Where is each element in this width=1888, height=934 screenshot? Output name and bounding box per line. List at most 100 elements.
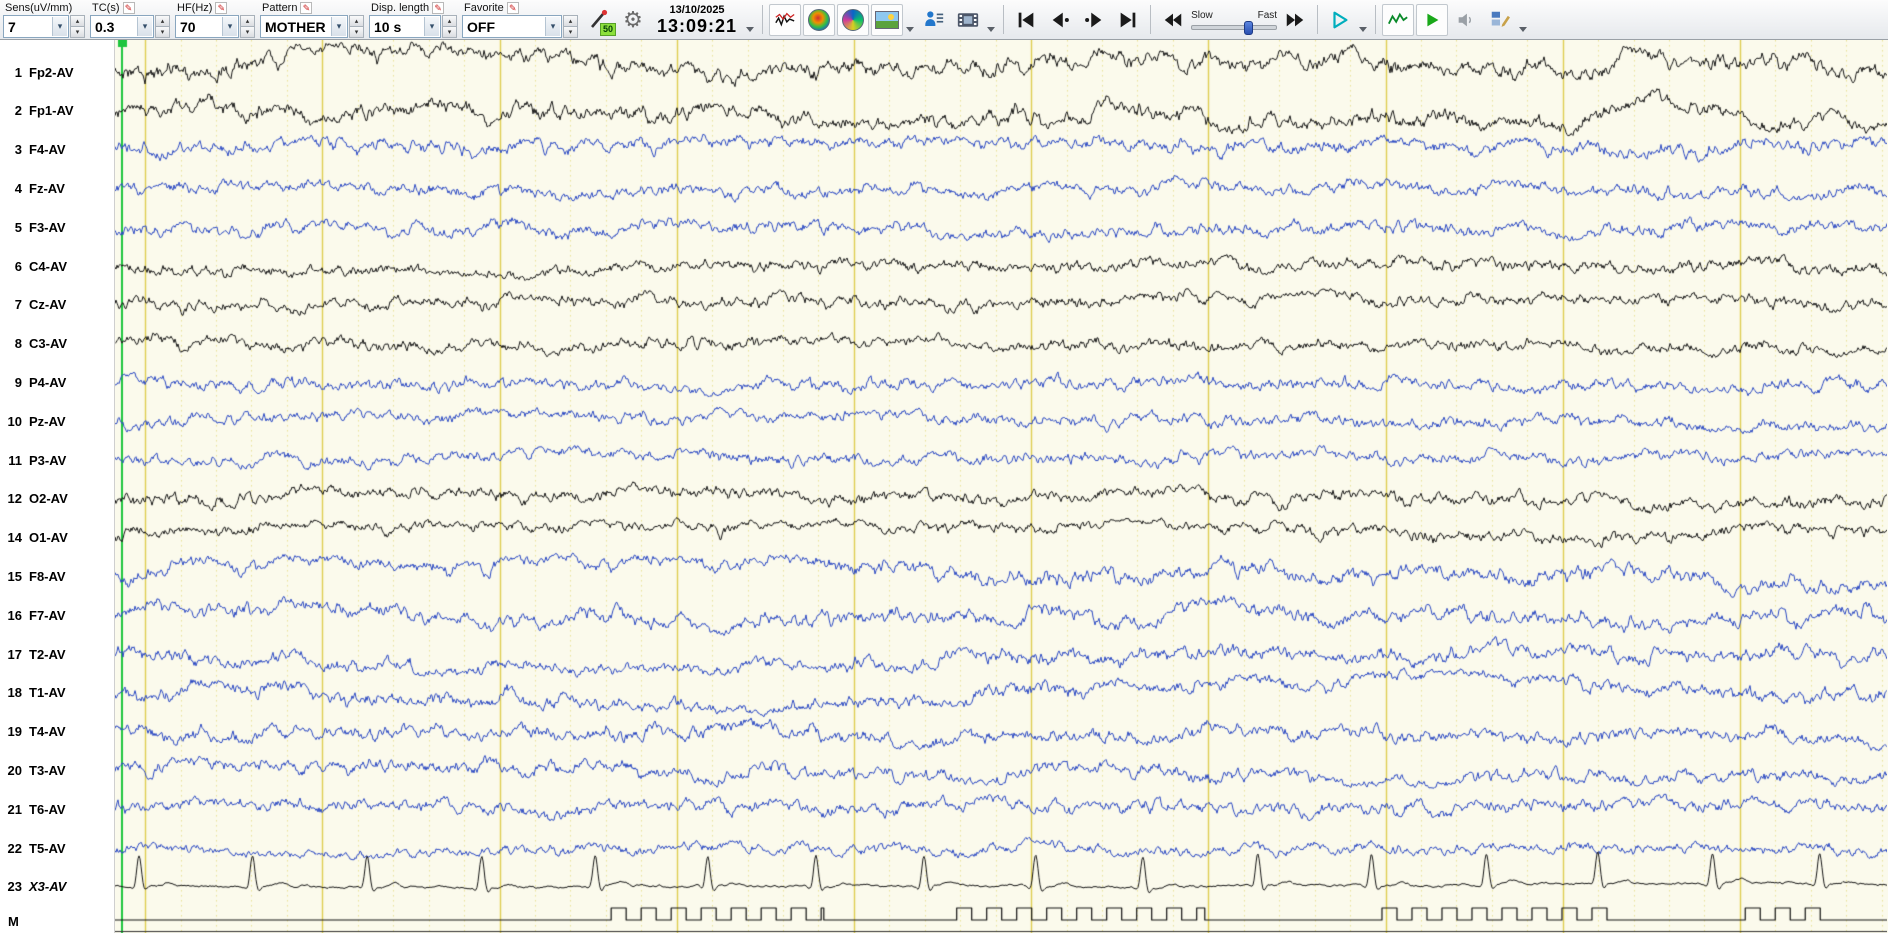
channel-row[interactable]: 6 C4-AV [0,257,114,275]
annotation-tools-button[interactable] [1484,4,1516,36]
tc-select[interactable]: 0.3 ▾ [90,15,154,38]
display-length-value: 10 s [374,18,402,35]
display-length-spin-up-button[interactable]: ▴ [442,15,457,27]
channel-number: 3 [14,142,22,158]
display-length-dropdown-arrow-icon[interactable]: ▾ [424,17,439,36]
trend-view-button[interactable] [1382,3,1415,36]
channel-row[interactable]: 2 Fp1-AV [0,102,114,120]
video-button[interactable] [952,4,984,36]
channel-row[interactable]: 11 P3-AV [0,451,114,469]
channel-row[interactable]: 18 T1-AV [0,684,114,702]
image-view-button[interactable] [871,3,904,36]
hf-spin-down-button[interactable]: ▾ [240,27,255,38]
channel-row[interactable]: 23 X3-AV [0,878,114,896]
tc-spin-up-button[interactable]: ▴ [155,15,170,27]
channel-row[interactable]: 22 T5-AV [0,839,114,857]
film-icon [957,12,979,27]
pattern-spin-up-button[interactable]: ▴ [349,15,364,27]
channel-number: 8 [14,336,22,352]
settings-button[interactable]: ⚙ [617,4,649,36]
trace-area[interactable] [115,40,1888,933]
video-caret-icon[interactable] [987,27,996,32]
channel-label: F3-AV [29,219,66,235]
notch-filter-button[interactable]: 50 [583,4,616,36]
display-length-select[interactable]: 10 s ▾ [369,15,441,38]
hf-control: HF(Hz) ✎ 70 ▾ ▴ ▾ [175,1,255,38]
eeg-canvas[interactable] [115,40,1887,933]
tc-edit-icon[interactable]: ✎ [122,2,135,14]
sens-spin-down-button[interactable]: ▾ [70,27,85,38]
channel-row[interactable]: 9 P4-AV [0,373,114,391]
step-back-button[interactable] [1044,4,1076,36]
favorite-select[interactable]: OFF ▾ [462,15,562,38]
channel-row[interactable]: 8 C3-AV [0,335,114,353]
channel-number: 19 [7,724,22,740]
favorite-control: Favorite ✎ OFF ▾ ▴ ▾ [462,1,578,38]
fast-rewind-button[interactable] [1157,4,1189,36]
display-length-spin-down-button[interactable]: ▾ [442,27,457,38]
fast-forward-button[interactable] [1279,4,1311,36]
channel-row[interactable]: 7 Cz-AV [0,296,114,314]
color-density-map-button[interactable] [837,3,870,36]
sens-control: Sens(uV/mm) 7 ▾ ▴ ▾ [3,1,85,38]
pattern-select[interactable]: MOTHER ▾ [260,15,348,38]
tc-dropdown-arrow-icon[interactable]: ▾ [137,17,152,36]
pattern-label: Pattern ✎ [260,1,364,15]
channel-row[interactable]: 3 F4-AV [0,141,114,159]
skip-to-start-button[interactable] [1010,4,1042,36]
channel-number: 15 [7,568,22,584]
brain-topography-button[interactable] [803,3,836,36]
sens-dropdown-arrow-icon[interactable]: ▾ [52,17,67,36]
channel-row[interactable]: 1 Fp2-AV [0,63,114,81]
hf-select[interactable]: 70 ▾ [175,15,239,38]
channel-row[interactable]: 14 O1-AV [0,529,114,547]
toolbar: Sens(uV/mm) 7 ▾ ▴ ▾ TC(s) ✎ 0.3 ▾ ▴ ▾ HF… [0,0,1888,40]
favorite-dropdown-arrow-icon[interactable]: ▾ [545,17,560,36]
channel-row[interactable]: 10 Pz-AV [0,412,114,430]
channel-row[interactable]: 20 T3-AV [0,761,114,779]
channel-number: 20 [7,762,22,778]
channel-row[interactable]: 4 Fz-AV [0,179,114,197]
pattern-dropdown-arrow-icon[interactable]: ▾ [331,17,346,36]
display-length-edit-icon[interactable]: ✎ [432,2,445,14]
pattern-edit-icon[interactable]: ✎ [300,2,313,14]
hf-spin-up-button[interactable]: ▴ [240,15,255,27]
favorite-label: Favorite ✎ [462,1,578,15]
channel-row[interactable]: 15 F8-AV [0,567,114,585]
pattern-spin-down-button[interactable]: ▾ [349,27,364,38]
favorite-spinner: ▴ ▾ [563,15,578,38]
hf-edit-icon[interactable]: ✎ [215,2,228,14]
display-length-spinner: ▴ ▾ [442,15,457,38]
audio-button[interactable] [1450,4,1482,36]
channel-row[interactable]: 17 T2-AV [0,645,114,663]
green-play-icon [1427,13,1439,26]
play-button[interactable] [1324,4,1356,36]
speed-slider-track[interactable] [1191,20,1278,35]
hf-dropdown-arrow-icon[interactable]: ▾ [222,17,237,36]
auto-play-button[interactable] [1416,3,1449,36]
waveform-display-button[interactable] [769,3,802,36]
channel-row[interactable]: 12 O2-AV [0,490,114,508]
tc-control: TC(s) ✎ 0.3 ▾ ▴ ▾ [90,1,170,38]
tools-caret-icon[interactable] [1519,27,1528,32]
speed-slider-handle[interactable] [1244,20,1254,35]
sens-spin-up-button[interactable]: ▴ [70,15,85,27]
rewind-icon [1164,13,1182,26]
patient-info-button[interactable] [918,4,950,36]
display-length-label-text: Disp. length [371,2,430,14]
sens-select[interactable]: 7 ▾ [3,15,69,38]
tc-spin-down-button[interactable]: ▾ [155,27,170,38]
favorite-spin-up-button[interactable]: ▴ [563,15,578,27]
channel-row[interactable]: 16 F7-AV [0,606,114,624]
step-forward-button[interactable] [1078,4,1110,36]
play-caret-icon[interactable] [1359,27,1368,32]
favorite-edit-icon[interactable]: ✎ [506,2,519,14]
clock-dropdown-caret-icon[interactable] [746,27,755,32]
channel-label: P3-AV [29,452,67,468]
favorite-spin-down-button[interactable]: ▾ [563,27,578,38]
channel-row[interactable]: 5 F3-AV [0,218,114,236]
display-mode-caret-icon[interactable] [906,27,915,32]
skip-to-end-button[interactable] [1112,4,1144,36]
channel-row[interactable]: 19 T4-AV [0,723,114,741]
channel-row[interactable]: 21 T6-AV [0,800,114,818]
